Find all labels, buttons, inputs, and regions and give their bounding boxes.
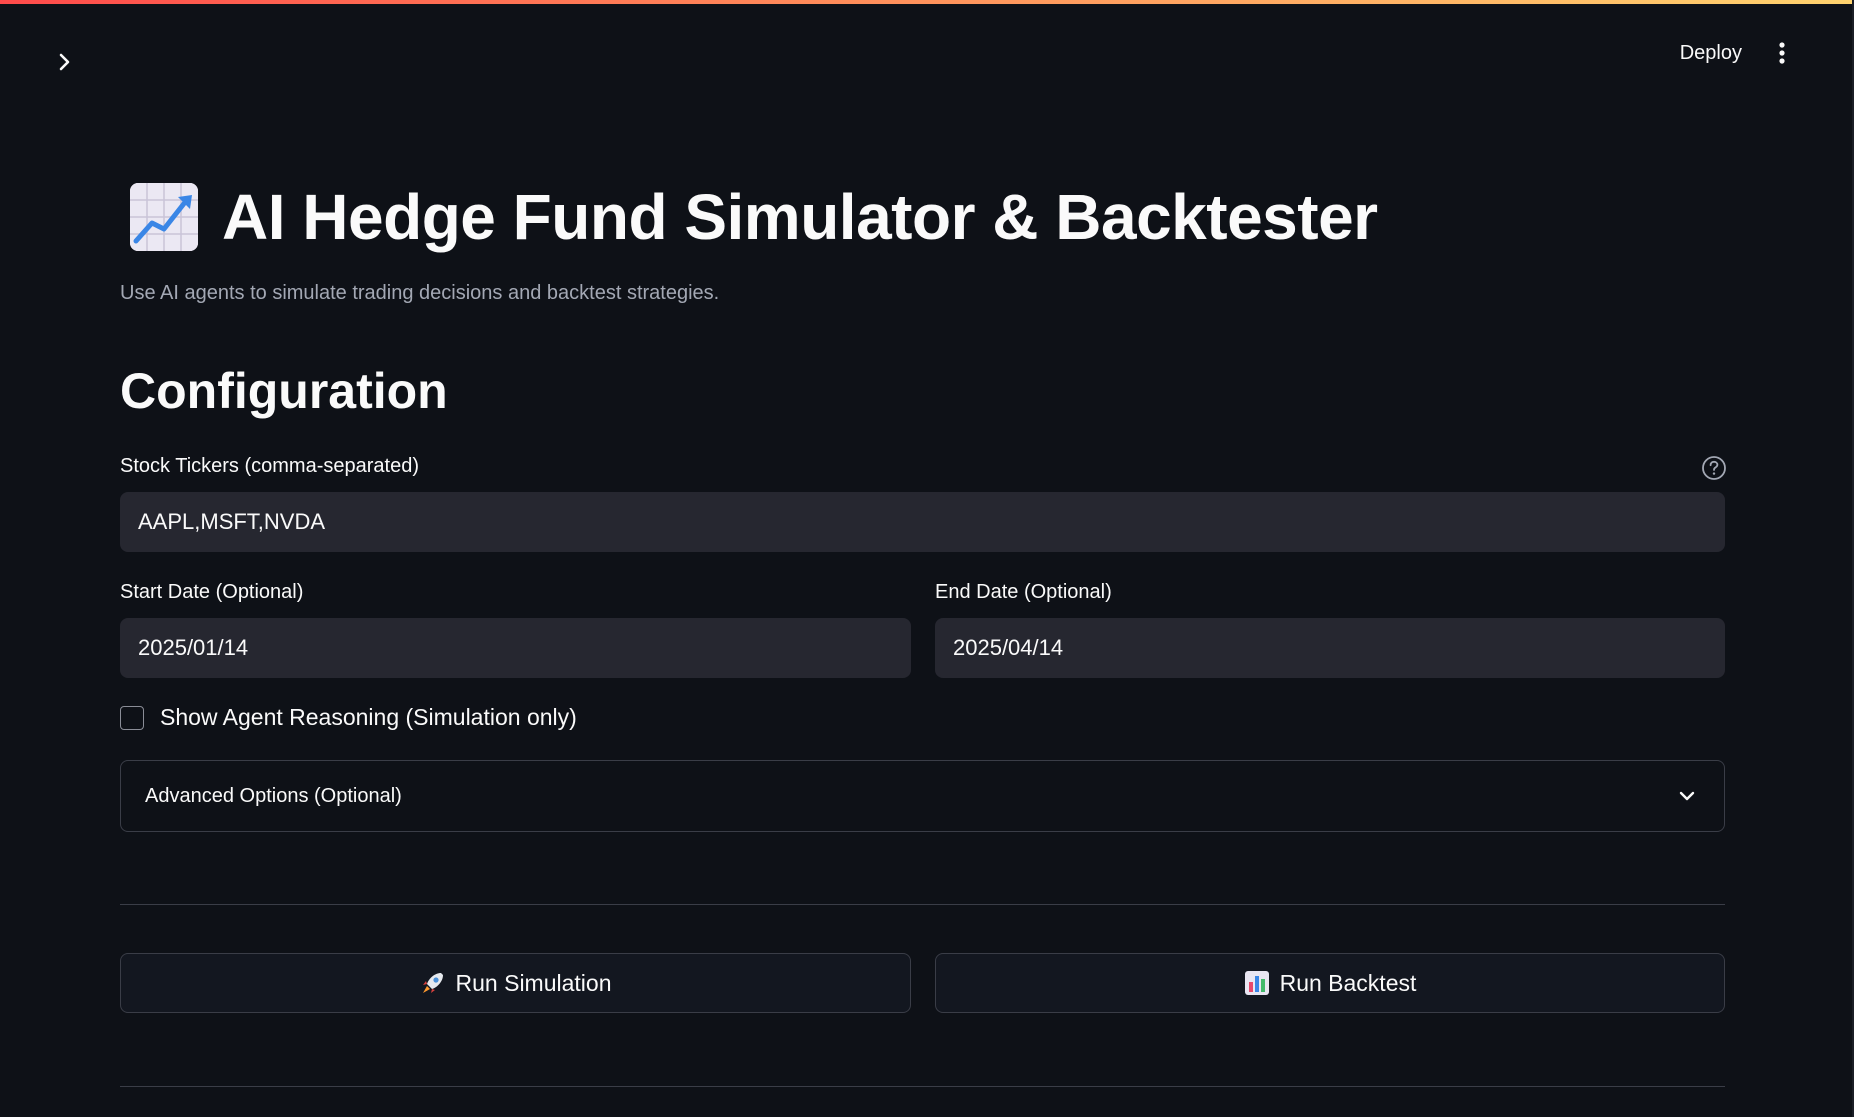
show-reasoning-checkbox[interactable] bbox=[120, 705, 144, 730]
page-title: AI Hedge Fund Simulator & Backtester bbox=[222, 181, 1378, 253]
header-toolbar: Deploy bbox=[1680, 38, 1794, 68]
kebab-menu-icon bbox=[1779, 42, 1785, 64]
end-date-input[interactable] bbox=[935, 618, 1725, 678]
help-icon[interactable] bbox=[1701, 455, 1727, 481]
tickers-input[interactable] bbox=[120, 492, 1725, 552]
run-simulation-label: Run Simulation bbox=[455, 969, 612, 996]
bottom-divider bbox=[120, 1086, 1725, 1087]
section-divider bbox=[120, 904, 1725, 905]
chart-increasing-icon bbox=[130, 183, 198, 251]
run-backtest-label: Run Backtest bbox=[1279, 969, 1417, 996]
top-accent-stripe bbox=[0, 0, 1854, 4]
end-date-label: End Date (Optional) bbox=[935, 581, 1112, 603]
start-date-label: Start Date (Optional) bbox=[120, 581, 304, 603]
sidebar-toggle-button[interactable] bbox=[48, 46, 80, 78]
deploy-button[interactable]: Deploy bbox=[1680, 42, 1742, 65]
main-menu-button[interactable] bbox=[1770, 38, 1794, 68]
chevron-right-icon bbox=[59, 53, 70, 71]
start-date-input[interactable] bbox=[120, 618, 911, 678]
show-reasoning-checkbox-row[interactable]: Show Agent Reasoning (Simulation only) bbox=[120, 704, 577, 731]
configuration-heading: Configuration bbox=[120, 363, 448, 419]
page-subtitle: Use AI agents to simulate trading decisi… bbox=[120, 282, 720, 304]
advanced-options-expander[interactable]: Advanced Options (Optional) bbox=[120, 760, 1725, 832]
bar-chart-icon bbox=[1244, 970, 1270, 996]
chevron-down-icon bbox=[1679, 791, 1695, 801]
show-reasoning-label: Show Agent Reasoning (Simulation only) bbox=[160, 704, 577, 730]
title-row: AI Hedge Fund Simulator & Backtester bbox=[130, 180, 1378, 254]
advanced-options-label: Advanced Options (Optional) bbox=[145, 784, 402, 807]
run-backtest-button[interactable]: Run Backtest bbox=[935, 953, 1725, 1013]
rocket-icon bbox=[420, 970, 446, 996]
tickers-label: Stock Tickers (comma-separated) bbox=[120, 455, 419, 477]
run-simulation-button[interactable]: Run Simulation bbox=[120, 953, 911, 1013]
